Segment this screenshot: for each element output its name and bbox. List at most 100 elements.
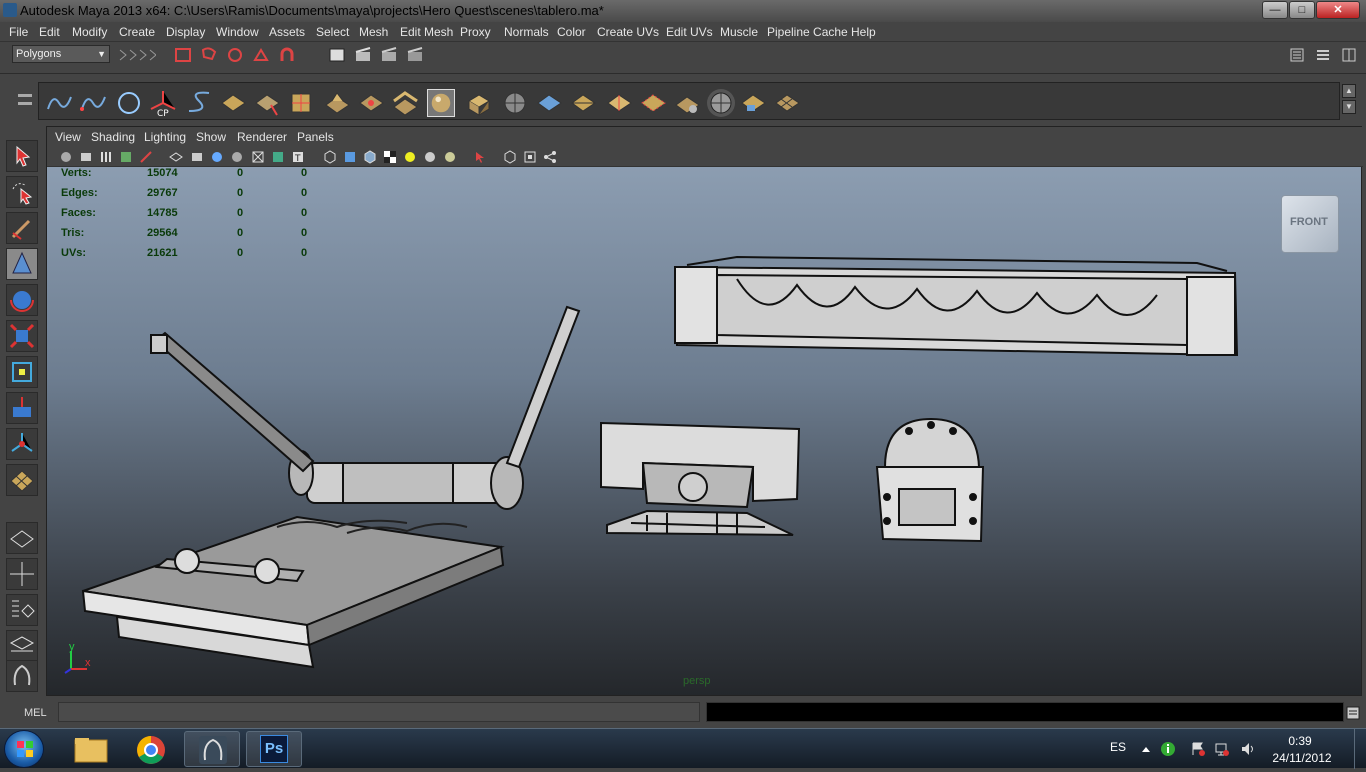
volume-icon[interactable]	[1240, 741, 1256, 757]
poly-wedge-icon[interactable]	[569, 89, 597, 117]
menu-file[interactable]: File	[9, 25, 28, 39]
four-pane-layout-button[interactable]	[6, 558, 38, 590]
snap-grid-icon[interactable]	[252, 47, 270, 63]
select-object-icon[interactable]	[200, 47, 218, 63]
menu-window[interactable]: Window	[216, 25, 259, 39]
shelf-scroll-down-button[interactable]: ▼	[1342, 100, 1356, 114]
menu-create-uvs[interactable]: Create UVs	[597, 25, 659, 39]
isolate-cube-icon[interactable]	[323, 150, 337, 164]
tool-settings-icon[interactable]	[1314, 47, 1332, 63]
image-plane-icon[interactable]	[119, 150, 133, 164]
textured-icon[interactable]: T	[291, 150, 305, 164]
menu-normals[interactable]: Normals	[504, 25, 549, 39]
mel-language-toggle[interactable]: MEL	[24, 707, 47, 719]
close-button[interactable]: ✕	[1316, 1, 1360, 19]
mel-command-input[interactable]	[58, 702, 700, 722]
bookmarks-icon[interactable]	[99, 150, 113, 164]
attribute-editor-icon[interactable]	[1288, 47, 1306, 63]
render-settings-icon[interactable]	[406, 47, 424, 63]
material-ball-icon[interactable]	[427, 89, 455, 117]
rotate-tool-button[interactable]	[6, 284, 38, 316]
shelf-scroll-up-button[interactable]: ▲	[1342, 84, 1356, 98]
clock-time[interactable]: 0:39	[1270, 734, 1330, 748]
show-desktop-button[interactable]	[1354, 729, 1366, 769]
shaded-sphere-icon[interactable]	[210, 150, 224, 164]
poly-bevel-icon[interactable]	[391, 89, 419, 117]
view-cube[interactable]: FRONT	[1281, 195, 1339, 253]
blue-cube-icon[interactable]	[343, 150, 357, 164]
magnet-icon[interactable]	[278, 47, 296, 63]
menu-muscle[interactable]: Muscle	[720, 25, 758, 39]
menu-display[interactable]: Display	[166, 25, 205, 39]
start-button[interactable]	[4, 730, 44, 768]
script-editor-icon[interactable]	[1346, 706, 1360, 720]
taskbar-photoshop[interactable]: Ps	[246, 731, 302, 767]
viewport-3d[interactable]: Verts: 15074 0 0 Edges: 29767 0 0 Faces: 14785 0…	[47, 167, 1361, 695]
universal-manipulator-button[interactable]	[6, 356, 38, 388]
menu-modify[interactable]: Modify	[72, 25, 107, 39]
cv-curve-tool-icon[interactable]	[45, 89, 73, 117]
scale-tool-button[interactable]	[6, 320, 38, 352]
menu-select[interactable]: Select	[316, 25, 349, 39]
outliner-layout-button[interactable]	[6, 594, 38, 626]
center-pivot-icon[interactable]: CP	[149, 89, 177, 117]
taskbar-maya[interactable]	[184, 731, 240, 767]
flat-shade-icon[interactable]	[230, 150, 244, 164]
poly-split-icon[interactable]	[287, 89, 315, 117]
language-indicator[interactable]: ES	[1110, 740, 1126, 754]
soft-modification-button[interactable]	[6, 392, 38, 424]
channel-box-icon[interactable]	[1340, 47, 1358, 63]
poly-smooth-icon[interactable]	[673, 89, 701, 117]
render-clapper-icon[interactable]	[354, 47, 372, 63]
all-lights-icon[interactable]	[423, 150, 437, 164]
show-manipulator-button[interactable]	[6, 428, 38, 460]
uv-editor-icon[interactable]	[739, 89, 767, 117]
ipr-render-icon[interactable]	[380, 47, 398, 63]
last-tool-button[interactable]	[6, 464, 38, 496]
share-nodes-icon[interactable]	[543, 150, 557, 164]
panel-menu-renderer[interactable]: Renderer	[237, 130, 287, 144]
taskbar-explorer[interactable]	[62, 731, 118, 767]
wireframe-on-shaded-icon[interactable]	[251, 150, 265, 164]
poly-plane-icon[interactable]	[219, 89, 247, 117]
default-light-icon[interactable]	[403, 150, 417, 164]
paint-select-tool-button[interactable]	[6, 212, 38, 244]
checker-icon[interactable]	[383, 150, 397, 164]
poly-combine-icon[interactable]	[707, 89, 735, 117]
ep-curve-tool-icon[interactable]	[79, 89, 107, 117]
poly-triangulate-icon[interactable]	[605, 89, 633, 117]
minimize-button[interactable]: —	[1262, 1, 1288, 19]
single-pane-layout-button[interactable]	[6, 522, 38, 554]
select-hierarchy-icon[interactable]	[174, 47, 192, 63]
menu-edit[interactable]: Edit	[39, 25, 60, 39]
taskbar-chrome[interactable]	[122, 731, 178, 767]
panel-menu-view[interactable]: View	[55, 130, 81, 144]
shadows-icon[interactable]	[443, 150, 457, 164]
uv-layout-icon[interactable]	[535, 89, 563, 117]
menu-color[interactable]: Color	[557, 25, 586, 39]
menu-proxy[interactable]: Proxy	[460, 25, 491, 39]
menu-mesh[interactable]: Mesh	[359, 25, 388, 39]
select-tool-button[interactable]	[6, 140, 38, 172]
nurbs-circle-icon[interactable]	[115, 89, 143, 117]
select-camera-icon[interactable]	[59, 150, 73, 164]
poly-subdivide-icon[interactable]	[639, 89, 667, 117]
maximize-button[interactable]: □	[1289, 1, 1315, 19]
smooth-shade-icon[interactable]	[190, 150, 204, 164]
panel-menu-lighting[interactable]: Lighting	[144, 130, 186, 144]
panel-menu-panels[interactable]: Panels	[297, 130, 334, 144]
poly-cube-icon[interactable]	[465, 89, 493, 117]
poly-sphere-icon[interactable]	[501, 89, 529, 117]
poly-grid-icon[interactable]	[773, 89, 801, 117]
menu-edit-uvs[interactable]: Edit UVs	[666, 25, 713, 39]
poly-merge-icon[interactable]	[357, 89, 385, 117]
cube-outline-icon[interactable]	[363, 150, 377, 164]
panel-menu-shading[interactable]: Shading	[91, 130, 135, 144]
camera-attributes-icon[interactable]	[79, 150, 93, 164]
clock-date[interactable]: 24/11/2012	[1270, 751, 1334, 765]
shelf-tab-menu-icon[interactable]	[14, 82, 36, 120]
custom-layout-button[interactable]	[6, 660, 38, 692]
bezier-curve-icon[interactable]	[185, 89, 213, 117]
bounding-box-icon[interactable]	[503, 150, 517, 164]
xray-icon[interactable]	[271, 150, 285, 164]
